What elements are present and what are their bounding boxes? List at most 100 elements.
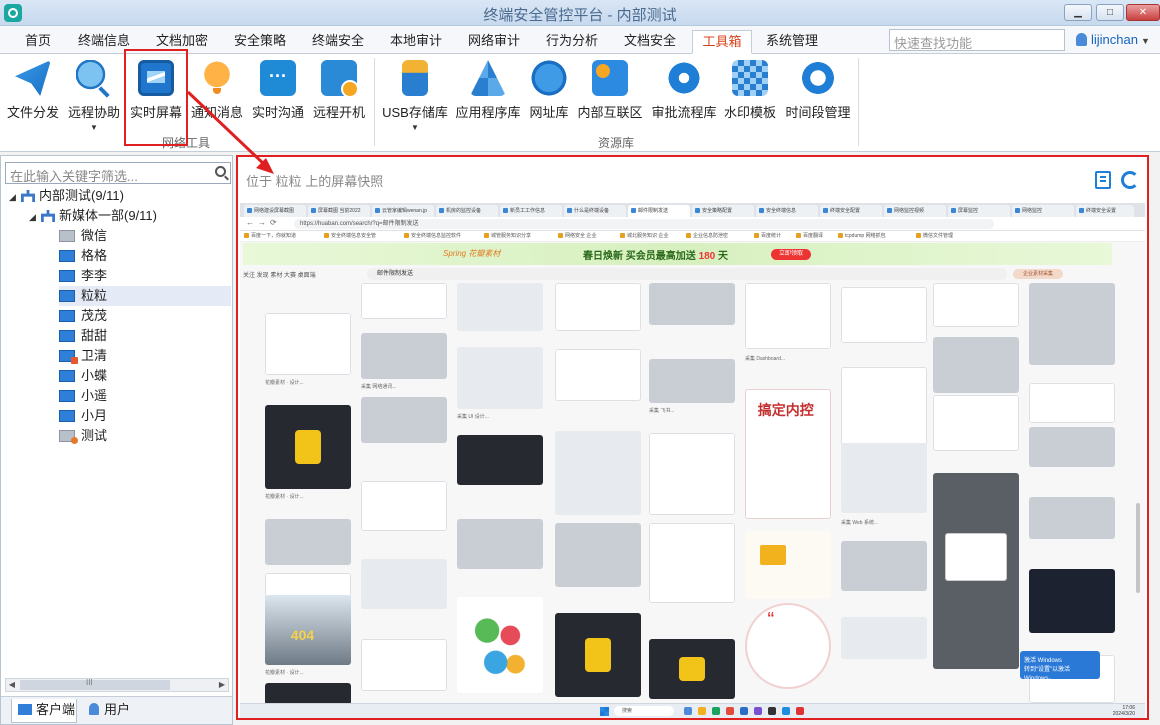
card-caption: 花瓣素材 · 设计... [265, 380, 304, 386]
maximize-button[interactable]: □ [1096, 4, 1124, 21]
usb-storage-button[interactable]: USB存储库 ▼ [382, 60, 448, 140]
bell-icon [199, 60, 235, 96]
remote-assist-icon [76, 60, 112, 96]
activate-windows-title: 激活 Windows [1024, 658, 1063, 664]
banner-unit: 天 [718, 251, 729, 262]
tab-system-management[interactable]: 系统管理 [760, 30, 824, 54]
tab-security-policy[interactable]: 安全策略 [228, 30, 292, 54]
grid-card [745, 531, 831, 599]
expand-arrow-icon[interactable]: ◢ [9, 187, 21, 207]
tab-local-audit[interactable]: 本地审计 [384, 30, 448, 54]
taskbar-app-icon [796, 707, 804, 715]
remote-screen-image[interactable]: 网络建设屏幕截图 屏幕截图 当前2022 云管家编辑wenan.jp 机房的监控… [240, 203, 1145, 718]
close-button[interactable]: ✕ [1126, 4, 1160, 21]
terminal-label: 小蝶 [81, 368, 108, 383]
tab-behavior-analysis[interactable]: 行为分析 [540, 30, 604, 54]
tree-item-terminal[interactable]: 小遥 [59, 386, 229, 406]
taskbar-app-icon [726, 707, 734, 715]
tab-network-audit[interactable]: 网络审计 [462, 30, 526, 54]
browser-tab-active: 邮件限制发送 [628, 205, 690, 217]
tree-item-terminal[interactable]: 茂茂 [59, 306, 229, 326]
paper-plane-icon [15, 60, 51, 96]
taskbar-search: 搜索 [614, 706, 674, 716]
browser-tab-strip: 网络建设屏幕截图 屏幕截图 当前2022 云管家编辑wenan.jp 机房的监控… [240, 203, 1145, 217]
chevron-down-icon: ▼ [411, 123, 419, 132]
site-search-box: 邮件限制发送 [367, 268, 1007, 280]
user-menu[interactable]: lijinchan ▼ [1076, 32, 1150, 47]
tree-root[interactable]: ◢ 内部测试(9/11) [9, 186, 124, 206]
snapshot-location-text: 位于 粒粒 上的屏幕快照 [246, 174, 384, 189]
bookmark: 安全终端信息监控软件 [404, 232, 461, 239]
scrollbar-grip: III [86, 678, 93, 687]
time-period-button[interactable]: 时间段管理 [784, 60, 852, 140]
notify-message-button[interactable]: 通知消息 [190, 60, 244, 140]
approval-flow-icon [666, 60, 702, 96]
tree-filter-input[interactable]: 在此输入关键字筛选... [5, 162, 231, 184]
grid-card [265, 405, 351, 489]
card-caption: 采集 Dashboard... [745, 356, 786, 362]
copy-icon[interactable] [1095, 171, 1111, 189]
tree-item-terminal[interactable]: 格格 [59, 246, 229, 266]
internal-interconnect-label: 内部互联区 [577, 105, 643, 120]
tree-item-terminal[interactable]: 甜甜 [59, 326, 229, 346]
grid-card [745, 283, 831, 349]
banner-text: 春日焕新 买会员最高加送 180 天 [583, 247, 728, 262]
realtime-chat-button[interactable]: 实时沟通 [250, 60, 306, 140]
grid-card [933, 395, 1019, 451]
browser-bookmarks-bar: 百度一下，你就知道 安全终端信息安全管 安全终端信息监控软件 城管服务知识分享 … [240, 231, 1145, 242]
tab-toolbox[interactable]: 工具箱 [692, 30, 752, 54]
expand-arrow-icon[interactable]: ◢ [29, 207, 41, 227]
watermark-template-label: 水印模板 [723, 105, 776, 120]
minimize-button[interactable]: ▁ [1064, 4, 1092, 21]
browser-tab: 网络建设屏幕截图 [244, 205, 306, 217]
browser-tab: 终端安全设置 [1076, 205, 1134, 217]
tab-home[interactable]: 首页 [14, 30, 62, 54]
tree-item-terminal[interactable]: 李李 [59, 266, 229, 286]
browser-tab: 网络监控 [1012, 205, 1074, 217]
grid-card [361, 639, 447, 691]
taskbar-app-icon [712, 707, 720, 715]
snapshot-vertical-scrollbar [1135, 283, 1141, 703]
quick-search-input[interactable]: 快速查找功能 [889, 29, 1065, 51]
bookmark: 安全终端信息安全管 [324, 232, 376, 239]
title-bar: 终端安全管控平台 - 内部测试 ▁ □ ✕ [0, 0, 1160, 26]
search-icon[interactable] [215, 166, 226, 177]
app-library-button[interactable]: 应用程序库 [454, 60, 522, 140]
tab-doc-security[interactable]: 文档安全 [618, 30, 682, 54]
computer-icon [59, 330, 75, 342]
scroll-right-icon[interactable]: ▶ [216, 679, 228, 691]
tab-users-label: 用户 [104, 702, 131, 717]
user-icon [1076, 33, 1087, 46]
url-library-label: 网址库 [529, 105, 569, 120]
tree-item-terminal[interactable]: 卫清 [59, 346, 229, 366]
tree-item-terminal[interactable]: 小月 [59, 406, 229, 426]
computer-icon [18, 704, 32, 715]
tab-terminal-security[interactable]: 终端安全 [306, 30, 370, 54]
tab-clients[interactable]: 客户端 [11, 699, 77, 723]
horizontal-scrollbar[interactable]: ◀ III ▶ [5, 678, 229, 692]
watermark-template-button[interactable]: 水印模板 [722, 60, 778, 140]
tab-users[interactable]: 用户 [83, 699, 141, 723]
terminal-label: 测试 [81, 428, 108, 443]
tree-item-terminal[interactable]: 微信 [59, 226, 229, 246]
grid-card [841, 287, 927, 343]
tree-item-terminal-selected[interactable]: 粒粒 [59, 286, 231, 306]
time-period-label: 时间段管理 [785, 105, 851, 120]
remote-assist-button[interactable]: 远程协助 ▼ [66, 60, 122, 140]
site-search-button: 企业素材采集 [1013, 269, 1063, 279]
tree-item-terminal[interactable]: 测试 [59, 426, 229, 446]
bookmark: 百度翻译 [796, 232, 823, 239]
browser-url: https://huaban.com/search/?q=邮件限制发送 [294, 219, 994, 229]
url-library-button[interactable]: 网址库 [528, 60, 570, 140]
terminal-label: 微信 [81, 228, 108, 243]
internal-interconnect-button[interactable]: 内部互联区 [576, 60, 644, 140]
tree-dept[interactable]: ◢ 新媒体一部(9/11) [29, 206, 157, 226]
approval-flow-button[interactable]: 审批流程库 [650, 60, 718, 140]
file-distribute-button[interactable]: 文件分发 [6, 60, 60, 140]
remote-power-on-button[interactable]: 远程开机 [312, 60, 366, 140]
refresh-icon[interactable] [1121, 171, 1139, 189]
scrollbar-thumb[interactable]: III [20, 678, 170, 690]
window-title: 终端安全管控平台 - 内部测试 [483, 7, 677, 24]
scroll-left-icon[interactable]: ◀ [6, 679, 18, 691]
tree-item-terminal[interactable]: 小蝶 [59, 366, 229, 386]
